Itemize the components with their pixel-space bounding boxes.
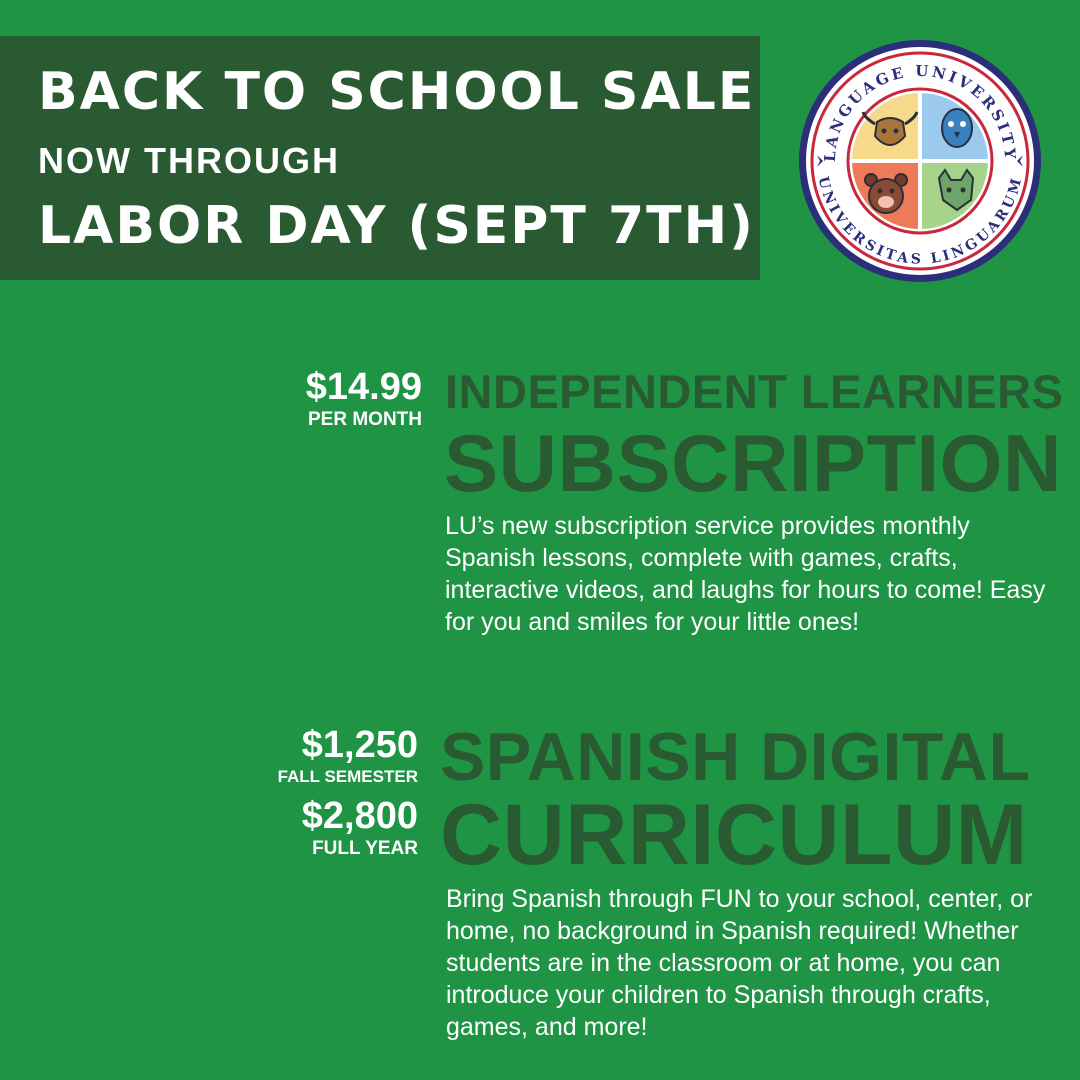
- subscription-price: $14.99: [305, 366, 422, 408]
- curriculum-price-semester-unit: FALL SEMESTER: [277, 767, 418, 786]
- subscription-price-unit: PER MONTH: [308, 409, 422, 430]
- curriculum-heading-line1: SPANISH DIGITAL: [440, 719, 1031, 795]
- curriculum-heading-line2: CURRICULUM: [440, 787, 1028, 883]
- subscription-heading-line1: INDEPENDENT LEARNERS: [445, 365, 1064, 418]
- subscription-price-block: $14.99 PER MONTH: [306, 368, 422, 429]
- sale-end-date: LABOR DAY (SEPT 7TH): [38, 196, 755, 256]
- curriculum-description: Bring Spanish through FUN to your school…: [446, 885, 1033, 1041]
- bird-icon: [941, 108, 973, 148]
- curriculum-price-block: $1,250 FALL SEMESTER $2,800 FULL YEAR: [278, 726, 418, 858]
- sale-banner: BACK TO SCHOOL SALE NOW THROUGH LABOR DA…: [0, 36, 760, 280]
- curriculum-price-semester: $1,250: [301, 724, 418, 766]
- subscription-heading-line2: SUBSCRIPTION: [444, 419, 1063, 509]
- curriculum-price-year-unit: FULL YEAR: [312, 838, 418, 859]
- subscription-description: LU’s new subscription service provides m…: [445, 512, 1046, 636]
- curriculum-price-year: $2,800: [301, 795, 418, 837]
- sale-title: BACK TO SCHOOL SALE: [38, 62, 756, 122]
- sale-subtitle: NOW THROUGH: [38, 140, 340, 181]
- language-university-seal-logo: LANGUAGE UNIVERSITY UNIVERSITAS LINGUARU…: [799, 40, 1041, 282]
